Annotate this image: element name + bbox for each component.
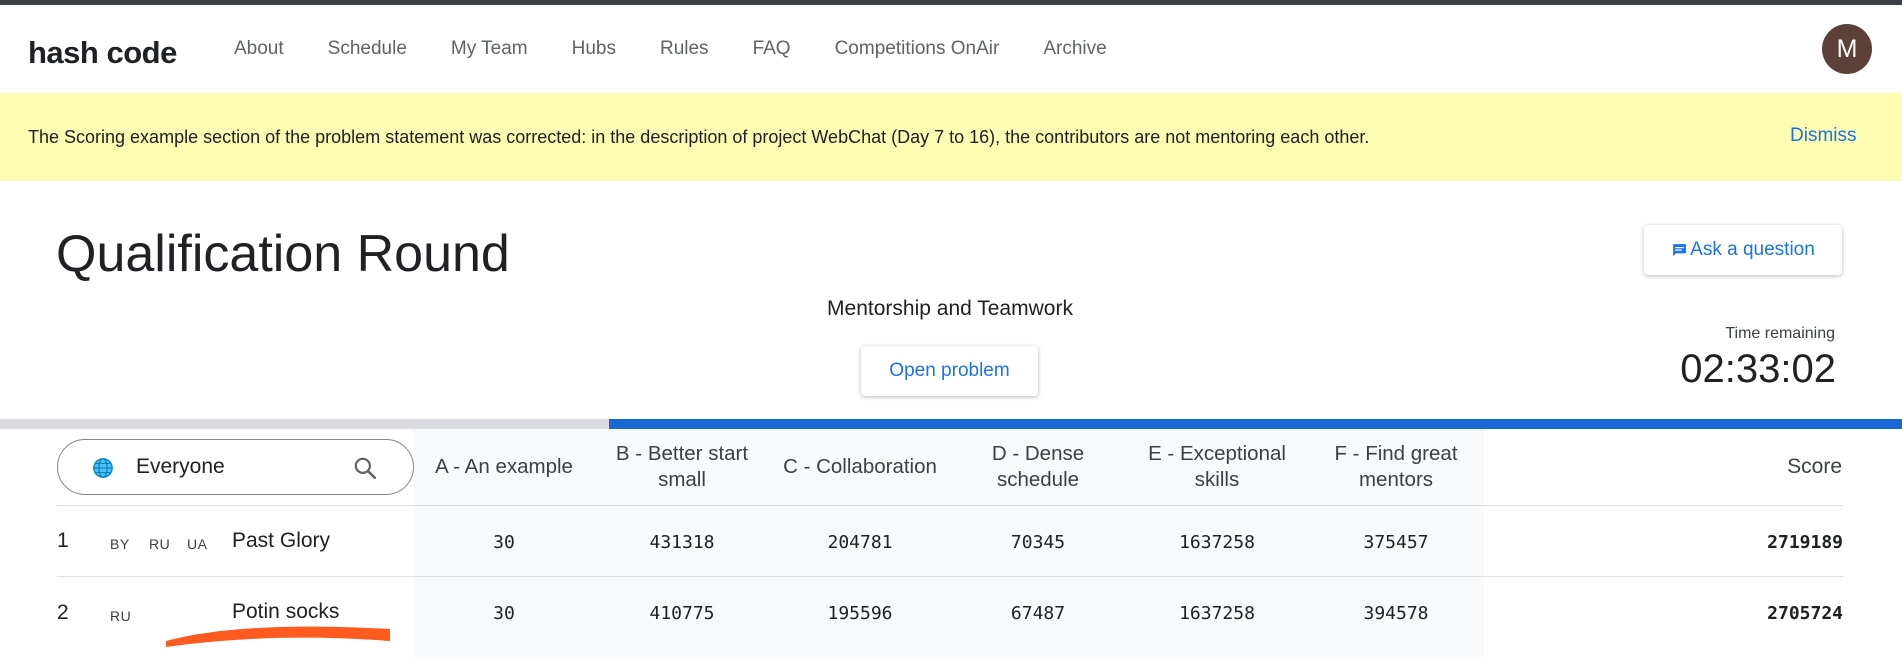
column-header-a[interactable]: A - An example	[420, 441, 588, 493]
leaderboard: Everyone A - An example B - Better start…	[0, 429, 1902, 657]
row-1-rank: 1	[57, 529, 69, 552]
globe-icon	[93, 458, 113, 478]
open-problem-button[interactable]: Open problem	[861, 346, 1038, 396]
row-1-score-f: 375457	[1363, 532, 1429, 553]
column-header-b[interactable]: B - Better start small	[600, 441, 764, 493]
row-2-score-c: 195596	[827, 603, 893, 624]
column-header-f[interactable]: F - Find great mentors	[1316, 441, 1476, 493]
hash-code-logo[interactable]: hash code	[28, 35, 177, 71]
notice-banner: The Scoring example section of the probl…	[0, 93, 1902, 181]
column-header-score[interactable]: Score	[1700, 441, 1842, 493]
column-header-c[interactable]: C - Collaboration	[770, 441, 950, 493]
time-remaining-value: 02:33:02	[1680, 347, 1836, 391]
row-2-score-b: 410775	[649, 603, 715, 624]
problem-name: Mentorship and Teamwork	[827, 297, 1073, 320]
nav-rules[interactable]: Rules	[660, 38, 709, 60]
nav-schedule[interactable]: Schedule	[328, 38, 407, 60]
row-divider	[57, 576, 1843, 577]
row-1-country-2: RU	[149, 536, 171, 552]
nav-about[interactable]: About	[234, 38, 284, 60]
row-2-country-1: RU	[110, 608, 132, 624]
search-icon[interactable]	[352, 455, 378, 481]
row-2-score-a: 30	[493, 603, 515, 624]
redaction-scribble	[166, 626, 390, 647]
row-1-score-a: 30	[493, 532, 515, 553]
time-remaining-label: Time remaining	[1725, 325, 1835, 342]
nav-competitions-onair[interactable]: Competitions OnAir	[835, 38, 1000, 60]
column-header-d[interactable]: D - Dense schedule	[958, 441, 1118, 493]
nav-my-team[interactable]: My Team	[451, 38, 528, 60]
filter-value: Everyone	[136, 455, 225, 478]
banner-message: The Scoring example section of the probl…	[28, 127, 1370, 147]
column-header-e[interactable]: E - Exceptional skills	[1128, 441, 1306, 493]
chat-bubble-icon	[1673, 243, 1687, 256]
team-filter-input[interactable]: Everyone	[57, 439, 414, 495]
row-1-country-3: UA	[187, 536, 208, 552]
nav-faq[interactable]: FAQ	[753, 38, 791, 60]
row-1-country-1: BY	[110, 536, 130, 552]
row-2-rank: 2	[57, 601, 69, 624]
row-2-total-score: 2705724	[1767, 603, 1843, 624]
page-title: Qualification Round	[56, 225, 510, 283]
row-divider	[57, 505, 1843, 506]
row-1-score-c: 204781	[827, 532, 893, 553]
nav-hubs[interactable]: Hubs	[572, 38, 616, 60]
site-header: hash code About Schedule My Team Hubs Ru…	[0, 5, 1902, 93]
ask-question-button[interactable]: Ask a question	[1644, 225, 1842, 275]
row-1-team-name[interactable]: Past Glory	[232, 529, 330, 553]
dismiss-button[interactable]: Dismiss	[1790, 125, 1857, 147]
row-2-score-e: 1637258	[1179, 603, 1255, 624]
row-2-score-f: 394578	[1363, 603, 1429, 624]
time-progress-bar	[0, 419, 1902, 429]
ask-question-label: Ask a question	[1690, 239, 1815, 260]
row-1-total-score: 2719189	[1767, 532, 1843, 553]
nav-archive[interactable]: Archive	[1043, 38, 1106, 60]
row-1-score-b: 431318	[649, 532, 715, 553]
row-1-score-d: 70345	[1010, 532, 1066, 553]
row-1-score-e: 1637258	[1179, 532, 1255, 553]
avatar[interactable]: M	[1822, 24, 1872, 74]
row-2-score-d: 67487	[1010, 603, 1066, 624]
round-section: Qualification Round Ask a question Mento…	[0, 181, 1902, 419]
main-nav: About Schedule My Team Hubs Rules FAQ Co…	[234, 38, 1151, 60]
time-progress-fill	[609, 419, 1902, 429]
